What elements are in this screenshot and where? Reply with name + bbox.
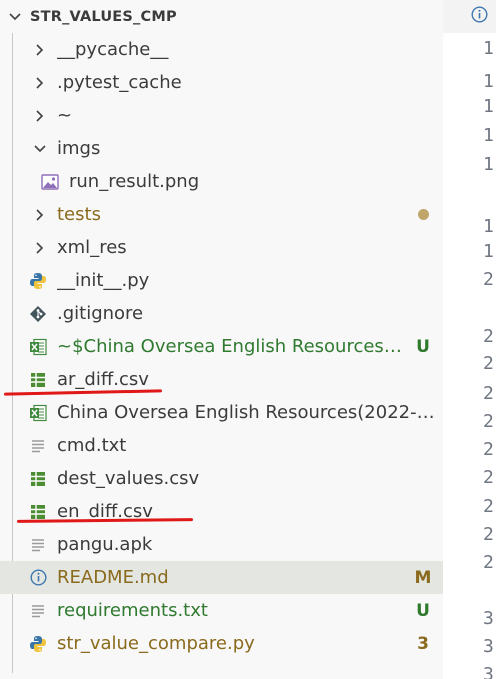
untracked-badge: U bbox=[416, 336, 430, 357]
line-number: 1 bbox=[483, 125, 494, 146]
tree-item-label: ~ bbox=[57, 105, 73, 126]
modified-badge: M bbox=[414, 567, 432, 588]
line-number: 1 bbox=[483, 38, 494, 59]
tree-item-label: __pycache__ bbox=[57, 39, 169, 60]
line-number: 3 bbox=[483, 664, 494, 679]
chevron-right-icon bbox=[31, 206, 49, 224]
excel-file-icon bbox=[29, 338, 47, 356]
tree-item-china-excel[interactable]: China Oversea English Resources(2022-01-… bbox=[0, 396, 443, 429]
tree-item-label: .pytest_cache bbox=[57, 72, 182, 93]
tree-item-label: str_value_compare.py bbox=[57, 633, 255, 654]
tree-item-tests[interactable]: tests bbox=[0, 198, 443, 231]
chevron-down-icon bbox=[31, 140, 49, 158]
tree-item-cmd-txt[interactable]: cmd.txt bbox=[0, 429, 443, 462]
chevron-right-icon bbox=[31, 41, 49, 59]
tree-item-label: ar_diff.csv bbox=[57, 369, 149, 390]
csv-file-icon bbox=[29, 503, 47, 521]
line-number: 2 bbox=[483, 269, 494, 290]
excel-file-icon bbox=[29, 404, 47, 422]
file-tree: __pycache__ .pytest_cache ~ imgs run_res… bbox=[0, 33, 443, 660]
line-number: 2 bbox=[483, 383, 494, 404]
chevron-down-icon bbox=[0, 10, 30, 24]
tree-item-label: xml_res bbox=[57, 237, 127, 258]
chevron-right-icon bbox=[31, 239, 49, 257]
tree-item-en-diff-csv[interactable]: en_diff.csv bbox=[0, 495, 443, 528]
tree-item-label: dest_values.csv bbox=[57, 468, 200, 489]
tree-item-label: pangu.apk bbox=[57, 534, 153, 555]
untracked-badge: U bbox=[416, 600, 430, 621]
info-icon bbox=[471, 6, 488, 27]
tree-item-imgs[interactable]: imgs bbox=[0, 132, 443, 165]
python-file-icon bbox=[29, 272, 47, 290]
problems-count-badge: 3 bbox=[417, 633, 429, 654]
text-file-icon bbox=[29, 437, 47, 455]
python-file-icon bbox=[29, 635, 47, 653]
tree-item-label: cmd.txt bbox=[57, 435, 127, 456]
line-number: 1 bbox=[483, 216, 494, 237]
text-file-icon bbox=[29, 602, 47, 620]
tree-item-label: README.md bbox=[57, 567, 169, 588]
line-number: 1 bbox=[483, 241, 494, 262]
section-title: STR_VALUES_CMP bbox=[30, 8, 177, 25]
vscode-window: STR_VALUES_CMP __pycache__ .pytest_cache bbox=[0, 0, 496, 679]
line-number: 1 bbox=[483, 154, 494, 175]
line-number: 2 bbox=[483, 353, 494, 374]
tree-item-label: tests bbox=[57, 204, 101, 225]
tree-item-tilde[interactable]: ~ bbox=[0, 99, 443, 132]
tree-item-label: ~$China Oversea English Resources(2022-0… bbox=[57, 336, 403, 357]
csv-file-icon bbox=[29, 470, 47, 488]
line-number: 2 bbox=[483, 439, 494, 460]
tree-item-dest-values-csv[interactable]: dest_values.csv bbox=[0, 462, 443, 495]
info-icon bbox=[29, 569, 47, 587]
line-number: 2 bbox=[483, 326, 494, 347]
tree-item-gitignore[interactable]: .gitignore bbox=[0, 297, 443, 330]
explorer-panel: STR_VALUES_CMP __pycache__ .pytest_cache bbox=[0, 0, 443, 679]
tree-item-pytest-cache[interactable]: .pytest_cache bbox=[0, 66, 443, 99]
line-number: 1 bbox=[483, 71, 494, 92]
chevron-right-icon bbox=[31, 107, 49, 125]
line-number: 2 bbox=[483, 411, 494, 432]
csv-file-icon bbox=[29, 371, 47, 389]
modified-dot-icon bbox=[403, 205, 443, 225]
tree-item-label: __init__.py bbox=[57, 270, 150, 291]
text-file-icon bbox=[29, 536, 47, 554]
line-number: 2 bbox=[483, 524, 494, 545]
tree-item-readme-md[interactable]: README.md M bbox=[0, 561, 443, 594]
line-number: 3 bbox=[483, 608, 494, 629]
image-file-icon bbox=[41, 173, 59, 191]
tree-item-label: run_result.png bbox=[69, 171, 200, 192]
tree-item-label: China Oversea English Resources(2022-01-… bbox=[57, 402, 443, 423]
tree-item-requirements-txt[interactable]: requirements.txt U bbox=[0, 594, 443, 627]
editor-area: 1 1 1 1 1 1 1 2 2 2 2 2 2 2 2 2 2 3 3 3 bbox=[443, 0, 496, 679]
tree-item-label: requirements.txt bbox=[57, 600, 208, 621]
chevron-right-icon bbox=[31, 74, 49, 92]
editor-tab[interactable] bbox=[443, 0, 496, 33]
git-file-icon bbox=[29, 305, 47, 323]
line-number: 2 bbox=[483, 552, 494, 573]
tree-item-run-result-png[interactable]: run_result.png bbox=[0, 165, 443, 198]
tree-item-xml-res[interactable]: xml_res bbox=[0, 231, 443, 264]
tree-item-label: .gitignore bbox=[57, 303, 144, 324]
tree-item-str-value-compare-py[interactable]: str_value_compare.py 3 bbox=[0, 627, 443, 660]
line-number: 1 bbox=[483, 96, 494, 117]
tree-item-pangu-apk[interactable]: pangu.apk bbox=[0, 528, 443, 561]
line-number: 2 bbox=[483, 496, 494, 517]
tree-item-pycache[interactable]: __pycache__ bbox=[0, 33, 443, 66]
explorer-section-header[interactable]: STR_VALUES_CMP bbox=[0, 0, 443, 33]
line-number: 2 bbox=[483, 467, 494, 488]
tree-item-label: imgs bbox=[57, 138, 101, 159]
tree-item-temp-excel[interactable]: ~$China Oversea English Resources(2022-0… bbox=[0, 330, 443, 363]
tree-item-init-py[interactable]: __init__.py bbox=[0, 264, 443, 297]
line-number: 3 bbox=[483, 636, 494, 657]
